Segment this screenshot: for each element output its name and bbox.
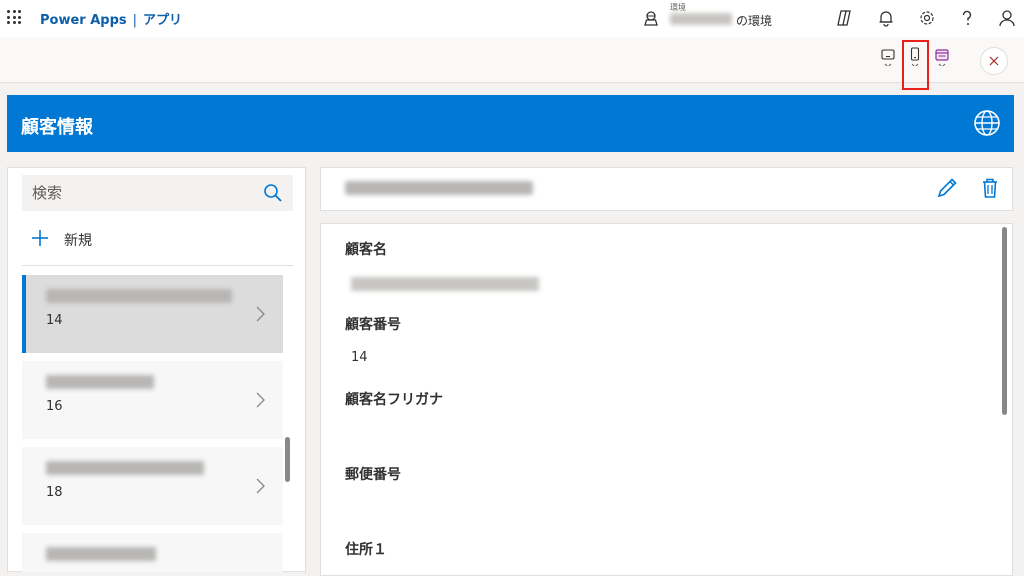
- delete-icon[interactable]: [978, 176, 1002, 200]
- command-bar: [0, 37, 1024, 83]
- selection-indicator: [22, 275, 26, 353]
- search-input[interactable]: [32, 182, 252, 204]
- list-item[interactable]: 16: [22, 361, 283, 439]
- section-name: アプリ: [143, 13, 183, 28]
- chevron-right-icon: [256, 306, 265, 322]
- gear-icon[interactable]: [918, 9, 936, 27]
- form-scrollbar[interactable]: [1002, 227, 1007, 415]
- field-label-customer-number: 顧客番号: [345, 317, 401, 333]
- list-item-name-redacted: [46, 461, 204, 475]
- search-icon[interactable]: [262, 182, 284, 204]
- list-item[interactable]: [22, 533, 283, 572]
- list-item-number: 18: [46, 485, 63, 500]
- list-item-number: 16: [46, 399, 63, 414]
- close-icon: [989, 56, 999, 66]
- field-label-postal-code: 郵便番号: [345, 467, 401, 483]
- app-title[interactable]: Power Apps | アプリ: [40, 9, 182, 28]
- environment-icon[interactable]: [643, 10, 659, 26]
- list-item[interactable]: 18: [22, 447, 283, 525]
- list-item-name-redacted: [46, 547, 156, 561]
- close-button[interactable]: [980, 47, 1008, 75]
- list-item-name-redacted: [46, 289, 232, 303]
- new-record-label: 新規: [64, 233, 92, 249]
- tablet-icon: [881, 49, 895, 66]
- environment-suffix: の環境: [736, 14, 773, 28]
- globe-icon[interactable]: [972, 108, 1002, 138]
- field-value-customer-name-redacted: [351, 277, 539, 291]
- page-title: 顧客情報: [21, 117, 93, 138]
- plus-icon: [32, 230, 48, 246]
- app-name: Power Apps: [40, 13, 127, 28]
- user-icon[interactable]: [998, 9, 1016, 27]
- list-item-number: 14: [46, 313, 63, 328]
- waffle-icon[interactable]: [7, 10, 21, 24]
- field-label-address-1: 住所１: [345, 542, 387, 558]
- copilot-icon[interactable]: [835, 9, 853, 27]
- chevron-right-icon: [256, 478, 265, 494]
- list-scrollbar[interactable]: [285, 437, 290, 482]
- field-label-customer-name: 顧客名: [345, 242, 387, 258]
- list-item-name-redacted: [46, 375, 154, 389]
- environment-name-redacted: [670, 13, 732, 25]
- environment-label: 環境: [670, 3, 686, 12]
- edit-icon[interactable]: [935, 176, 959, 200]
- field-value-customer-number: 14: [351, 350, 368, 365]
- help-icon[interactable]: [958, 9, 976, 27]
- web-preview-button[interactable]: [929, 38, 955, 80]
- header-banner: [7, 95, 1014, 152]
- list-divider: [22, 265, 293, 266]
- title-separator: |: [132, 13, 138, 28]
- web-icon: [935, 49, 949, 66]
- field-label-customer-furigana: 顧客名フリガナ: [345, 392, 443, 408]
- list-item[interactable]: 14: [22, 275, 283, 353]
- phone-preview-highlight: [902, 40, 929, 90]
- tablet-preview-button[interactable]: [875, 38, 901, 80]
- chevron-right-icon: [256, 392, 265, 408]
- bell-icon[interactable]: [877, 9, 895, 27]
- detail-title-redacted: [345, 181, 533, 195]
